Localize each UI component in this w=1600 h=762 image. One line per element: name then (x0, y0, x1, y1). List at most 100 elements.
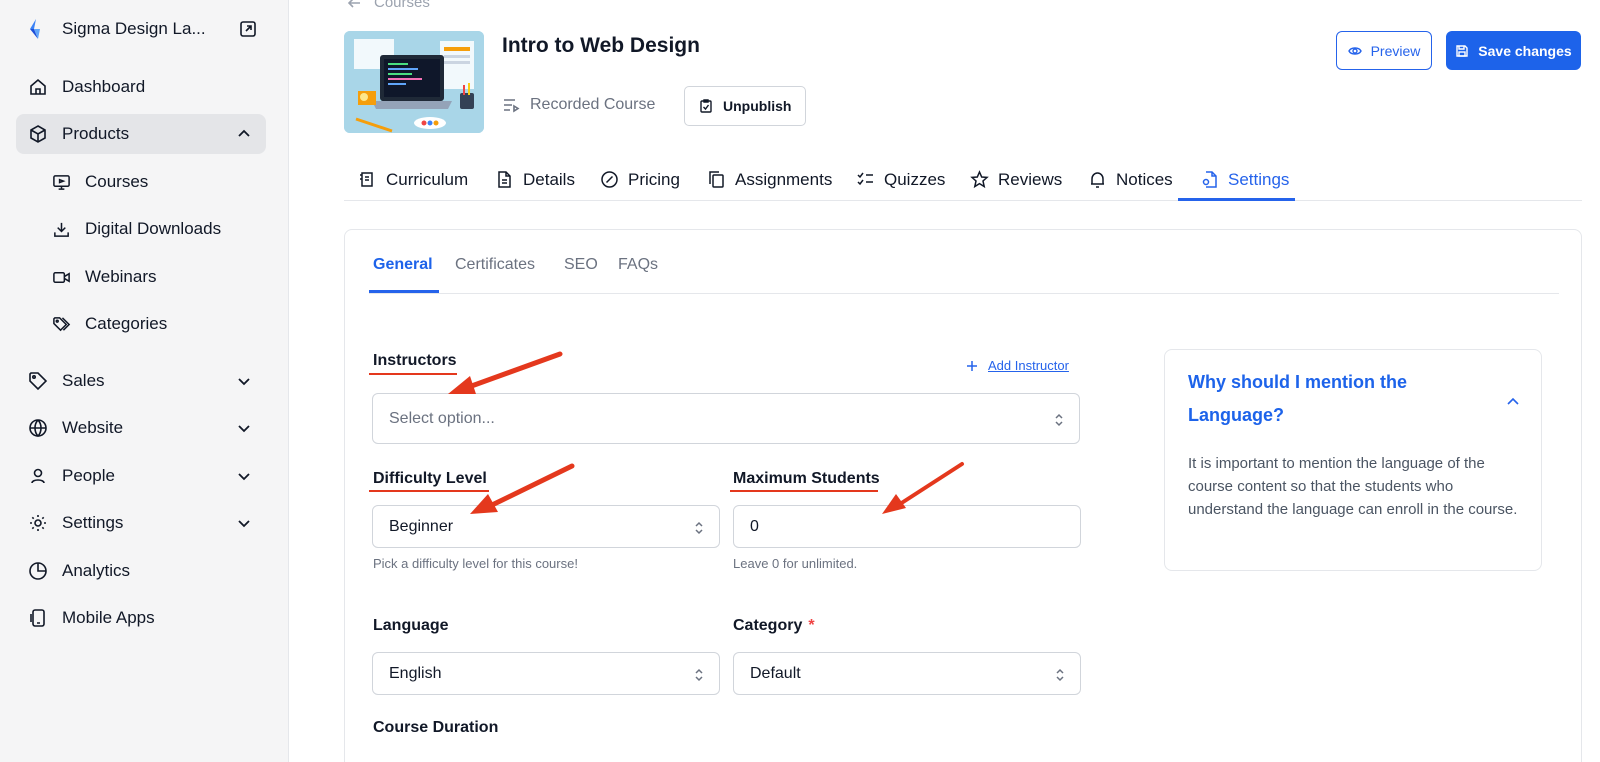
copy-icon (709, 171, 724, 188)
pie-chart-icon (29, 562, 47, 580)
sidebar-item-products[interactable]: Products (16, 114, 266, 154)
sidebar-item-dashboard[interactable]: Dashboard (16, 67, 266, 107)
annotation-underline (369, 490, 489, 492)
course-type-label: Recorded Course (530, 96, 656, 113)
sidebar-subitem-webinars[interactable]: Webinars (52, 261, 157, 293)
star-icon (970, 170, 989, 189)
sidebar-item-website[interactable]: Website (16, 408, 266, 448)
sidebar: Sigma Design La... Dashboard Products Co… (0, 0, 289, 762)
sidebar-item-label: Settings (62, 513, 124, 532)
settings-subtabs: General Certificates SEO FAQs (369, 230, 1559, 294)
scroll-icon (360, 172, 373, 187)
tags-icon (53, 316, 71, 331)
save-changes-button[interactable]: Save changes (1446, 31, 1581, 70)
sidebar-subitem-courses[interactable]: Courses (52, 166, 148, 198)
tab-notices[interactable]: Notices (1088, 158, 1173, 201)
external-link-icon[interactable] (238, 19, 258, 39)
sidebar-subitem-label: Categories (85, 314, 168, 333)
file-settings-icon (1202, 171, 1217, 188)
badge-percent-icon (601, 171, 618, 188)
course-title: Intro to Web Design (502, 34, 700, 57)
arrow-left-icon (347, 0, 360, 8)
workspace-switcher[interactable]: Sigma Design La... (24, 16, 264, 42)
chevron-down-icon (238, 473, 250, 481)
sidebar-subitem-label: Courses (85, 172, 149, 191)
user-icon (31, 468, 45, 484)
back-label: Courses (374, 0, 430, 11)
chevron-down-icon (238, 425, 250, 433)
subtab-faqs[interactable]: FAQs (618, 256, 658, 274)
tab-curriculum[interactable]: Curriculum (358, 158, 468, 201)
category-value: Default (750, 664, 801, 682)
subtab-certificates[interactable]: Certificates (455, 256, 535, 274)
back-link[interactable]: Courses (346, 0, 430, 11)
tab-reviews[interactable]: Reviews (970, 158, 1062, 201)
tab-details[interactable]: Details (495, 158, 575, 201)
sidebar-item-label: Mobile Apps (62, 608, 155, 627)
tab-pricing[interactable]: Pricing (600, 158, 680, 201)
chevron-up-icon[interactable] (1505, 394, 1521, 410)
preview-button[interactable]: Preview (1336, 31, 1432, 70)
sidebar-item-settings[interactable]: Settings (16, 503, 266, 543)
duration-label: Course Duration (373, 719, 499, 736)
max-students-value: 0 (750, 517, 759, 535)
select-updown-icon (695, 668, 703, 682)
chevron-up-icon (238, 129, 250, 137)
max-students-input[interactable]: 0 (733, 505, 1081, 548)
tab-label: Quizzes (884, 169, 946, 189)
subtab-general[interactable]: General (373, 256, 433, 274)
add-instructor-link[interactable]: Add Instructor (966, 358, 1069, 373)
difficulty-value: Beginner (389, 517, 454, 535)
tab-settings[interactable]: Settings (1200, 158, 1289, 201)
select-updown-icon (1055, 413, 1063, 427)
save-icon (1456, 44, 1468, 57)
document-icon (498, 171, 511, 188)
sidebar-subitem-categories[interactable]: Categories (52, 308, 167, 340)
list-check-icon (857, 172, 873, 186)
eye-icon (1347, 46, 1362, 55)
course-thumbnail (344, 31, 484, 133)
tab-assignments[interactable]: Assignments (707, 158, 832, 201)
monitor-icon (53, 174, 70, 190)
gear-icon (30, 515, 46, 531)
add-instructor-label: Add Instructor (988, 358, 1069, 373)
language-select[interactable]: English (372, 652, 720, 695)
difficulty-select[interactable]: Beginner (372, 505, 720, 548)
language-value: English (389, 664, 442, 682)
sidebar-item-label: Sales (62, 371, 105, 390)
course-tabs: Curriculum Details Pricing Assignments Q… (344, 158, 1582, 201)
instructors-placeholder: Select option... (389, 409, 495, 427)
active-subtab-indicator (369, 290, 439, 293)
sidebar-item-label: Dashboard (62, 77, 146, 96)
category-select[interactable]: Default (733, 652, 1081, 695)
sidebar-item-people[interactable]: People (16, 456, 266, 496)
brand-logo-icon (30, 19, 40, 39)
sidebar-item-label: Products (62, 124, 130, 143)
sidebar-subitem-digital-downloads[interactable]: Digital Downloads (52, 213, 221, 245)
preview-label: Preview (1370, 42, 1421, 59)
chevron-down-icon (238, 520, 250, 528)
tab-quizzes[interactable]: Quizzes (856, 158, 945, 201)
playlist-icon (504, 99, 520, 113)
home-icon (30, 78, 46, 95)
sidebar-item-label: People (62, 466, 115, 485)
sidebar-item-analytics[interactable]: Analytics (16, 551, 266, 591)
sidebar-item-sales[interactable]: Sales (16, 361, 266, 401)
category-label: Category * (733, 617, 815, 635)
tag-icon (29, 372, 48, 391)
sidebar-item-mobile-apps[interactable]: Mobile Apps (16, 598, 266, 638)
sidebar-item-label: Analytics (62, 561, 131, 580)
tab-label: Details (523, 169, 575, 189)
annotation-underline (730, 490, 878, 492)
unpublish-button[interactable]: Unpublish (684, 86, 807, 126)
globe-icon (29, 419, 47, 438)
sidebar-subitem-label: Webinars (85, 267, 157, 286)
help-title[interactable]: Why should I mention the Language? (1188, 366, 1488, 432)
subtab-seo[interactable]: SEO (564, 256, 598, 274)
workspace-name: Sigma Design La... (62, 19, 206, 38)
tab-label: Curriculum (386, 169, 469, 189)
sidebar-subitem-label: Digital Downloads (85, 219, 222, 238)
instructors-select[interactable]: Select option... (372, 393, 1080, 444)
select-updown-icon (695, 521, 703, 535)
category-label-text: Category (733, 617, 803, 634)
